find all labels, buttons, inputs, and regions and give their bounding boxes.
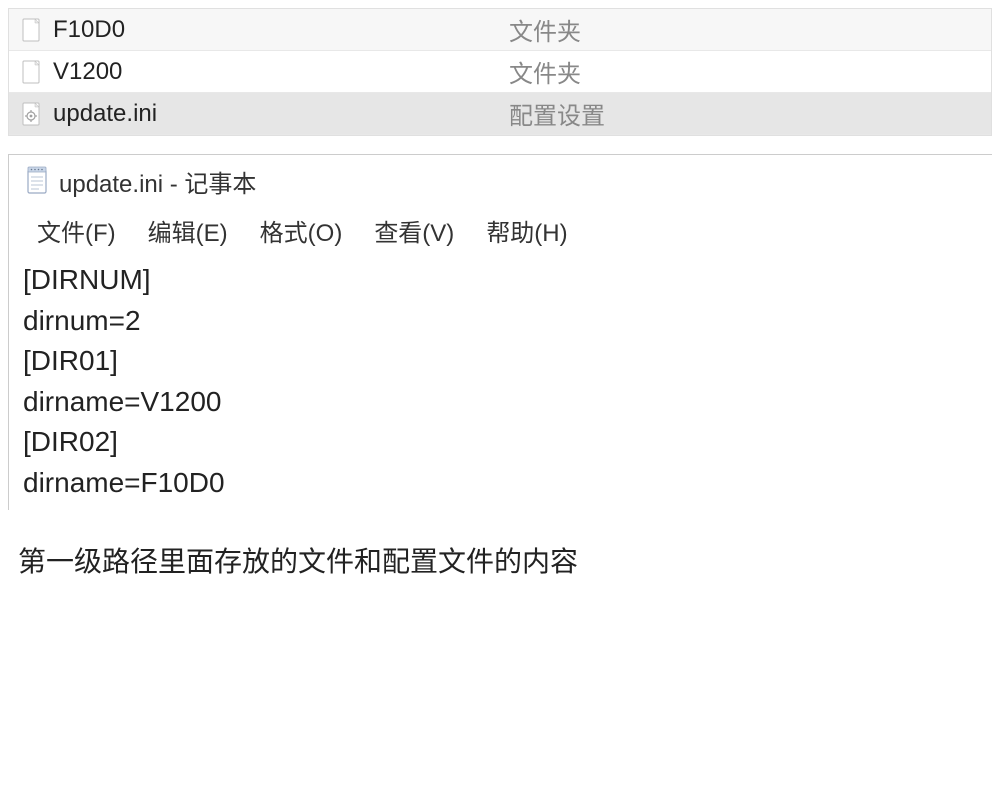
file-type: 文件夹 xyxy=(509,54,979,89)
caption-text: 第一级路径里面存放的文件和配置文件的内容 xyxy=(18,540,982,580)
file-row[interactable]: F10D0 文件夹 xyxy=(9,9,991,51)
notepad-icon xyxy=(25,166,49,196)
folder-icon xyxy=(21,17,43,43)
file-list: F10D0 文件夹 V1200 文件夹 update.ini xyxy=(8,8,992,136)
file-row[interactable]: V1200 文件夹 xyxy=(9,51,991,93)
folder-icon xyxy=(21,59,43,85)
file-type: 配置设置 xyxy=(509,96,979,131)
notepad-content[interactable]: [DIRNUM] dirnum=2 [DIR01] dirname=V1200 … xyxy=(9,260,992,510)
menu-format[interactable]: 格式(O) xyxy=(244,211,359,250)
file-name: V1200 xyxy=(53,58,509,86)
notepad-titlebar: update.ini - 记事本 xyxy=(9,155,992,207)
file-type: 文件夹 xyxy=(509,12,979,47)
notepad-window: update.ini - 记事本 文件(F) 编辑(E) 格式(O) 查看(V)… xyxy=(8,154,992,510)
file-name: F10D0 xyxy=(53,16,509,44)
menu-view[interactable]: 查看(V) xyxy=(358,211,470,250)
file-row[interactable]: update.ini 配置设置 xyxy=(9,93,991,135)
menu-help[interactable]: 帮助(H) xyxy=(470,211,583,250)
ini-file-icon xyxy=(21,101,43,127)
file-name: update.ini xyxy=(53,100,509,128)
notepad-title: update.ini - 记事本 xyxy=(59,164,256,199)
menu-edit[interactable]: 编辑(E) xyxy=(132,211,244,250)
menu-file[interactable]: 文件(F) xyxy=(21,211,132,250)
menu-bar: 文件(F) 编辑(E) 格式(O) 查看(V) 帮助(H) xyxy=(9,207,992,260)
